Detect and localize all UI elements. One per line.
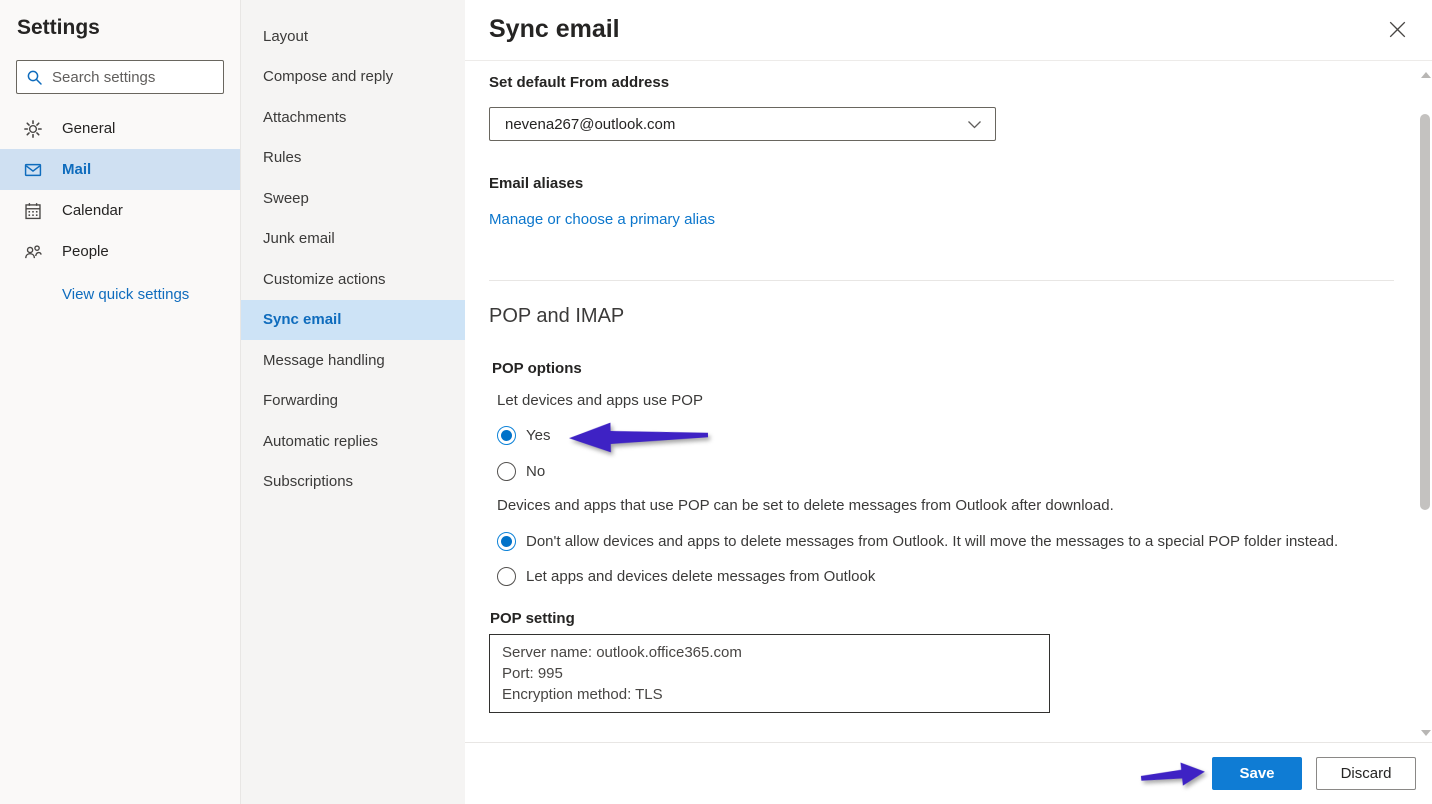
subnav-item-message-handling[interactable]: Message handling — [241, 340, 465, 381]
subnav-item-rules[interactable]: Rules — [241, 138, 465, 179]
pop-delete-description: Devices and apps that use POP can be set… — [497, 497, 1394, 514]
pop-server-name: Server name: outlook.office365.com — [502, 642, 1037, 663]
scroll-down-arrow-icon[interactable] — [1421, 730, 1431, 736]
pop-setting-box: Server name: outlook.office365.com Port:… — [489, 634, 1050, 713]
annotation-arrow-yes — [566, 418, 711, 457]
settings-title: Settings — [0, 16, 240, 40]
subnav-item-attachments[interactable]: Attachments — [241, 97, 465, 138]
sidebar-item-general[interactable]: General — [0, 108, 240, 149]
pop-encryption: Encryption method: TLS — [502, 684, 1037, 705]
settings-sidebar: Settings — [0, 0, 241, 804]
radio-row-yes: Yes — [497, 426, 1394, 445]
panel-header: Sync email — [465, 0, 1432, 61]
section-divider — [489, 280, 1394, 281]
discard-button[interactable]: Discard — [1316, 757, 1416, 790]
panel-content: Set default From address nevena267@outlo… — [465, 62, 1418, 742]
people-icon — [24, 243, 42, 261]
radio-yes[interactable] — [497, 426, 516, 445]
radio-no[interactable] — [497, 462, 516, 481]
page-title: Sync email — [489, 15, 620, 44]
radio-dont-allow-label: Don't allow devices and apps to delete m… — [526, 533, 1338, 550]
mail-subnav: Layout Compose and reply Attachments Rul… — [241, 0, 465, 804]
radio-allow-delete[interactable] — [497, 567, 516, 586]
use-pop-label: Let devices and apps use POP — [497, 392, 1394, 409]
subnav-item-layout[interactable]: Layout — [241, 16, 465, 57]
sidebar-item-label: People — [62, 243, 109, 260]
radio-row-allow: Let apps and devices delete messages fro… — [497, 567, 1394, 586]
chevron-down-icon — [967, 120, 982, 129]
subnav-item-automatic-replies[interactable]: Automatic replies — [241, 421, 465, 462]
settings-nav: General Mail — [0, 108, 240, 272]
radio-row-dont-allow: Don't allow devices and apps to delete m… — [497, 532, 1394, 551]
subnav-item-sync-email[interactable]: Sync email — [241, 300, 465, 341]
gear-icon — [24, 120, 42, 138]
manage-alias-link[interactable]: Manage or choose a primary alias — [489, 211, 715, 228]
panel-footer: Save Discard — [465, 742, 1432, 804]
radio-allow-label: Let apps and devices delete messages fro… — [526, 568, 875, 585]
sidebar-item-label: Calendar — [62, 202, 123, 219]
search-settings-input[interactable] — [52, 69, 214, 86]
search-icon — [26, 69, 43, 86]
save-button[interactable]: Save — [1212, 757, 1302, 790]
subnav-item-forwarding[interactable]: Forwarding — [241, 381, 465, 422]
scrollbar-thumb[interactable] — [1420, 114, 1430, 510]
vertical-scrollbar[interactable] — [1418, 62, 1432, 742]
radio-row-no: No — [497, 462, 1394, 481]
pop-port: Port: 995 — [502, 663, 1037, 684]
mail-icon — [24, 161, 42, 179]
sidebar-item-people[interactable]: People — [0, 231, 240, 272]
default-from-value: nevena267@outlook.com — [505, 116, 675, 133]
close-icon — [1389, 21, 1406, 38]
search-settings-box[interactable] — [16, 60, 224, 94]
sidebar-item-label: Mail — [62, 161, 91, 178]
subnav-item-customize-actions[interactable]: Customize actions — [241, 259, 465, 300]
outlook-settings-dialog: Settings — [0, 0, 1432, 804]
set-default-from-label: Set default From address — [489, 74, 1394, 91]
subnav-item-sweep[interactable]: Sweep — [241, 178, 465, 219]
calendar-icon — [24, 202, 42, 220]
subnav-item-subscriptions[interactable]: Subscriptions — [241, 462, 465, 503]
sidebar-item-calendar[interactable]: Calendar — [0, 190, 240, 231]
email-aliases-label: Email aliases — [489, 175, 1394, 192]
annotation-arrow-save — [1138, 757, 1209, 794]
close-button[interactable] — [1389, 21, 1406, 38]
pop-and-imap-heading: POP and IMAP — [489, 305, 1394, 328]
subnav-item-junk-email[interactable]: Junk email — [241, 219, 465, 260]
radio-dont-allow-delete[interactable] — [497, 532, 516, 551]
default-from-dropdown[interactable]: nevena267@outlook.com — [489, 107, 996, 141]
sidebar-item-mail[interactable]: Mail — [0, 149, 240, 190]
scroll-up-arrow-icon[interactable] — [1421, 72, 1431, 78]
sync-email-panel: Sync email Set default From address neve… — [465, 0, 1432, 804]
view-quick-settings-link[interactable]: View quick settings — [0, 286, 240, 303]
sidebar-item-label: General — [62, 120, 115, 137]
pop-setting-label: POP setting — [490, 610, 1394, 627]
pop-options-label: POP options — [492, 360, 1394, 377]
radio-yes-label: Yes — [526, 427, 550, 444]
subnav-item-compose-and-reply[interactable]: Compose and reply — [241, 57, 465, 98]
radio-no-label: No — [526, 463, 545, 480]
